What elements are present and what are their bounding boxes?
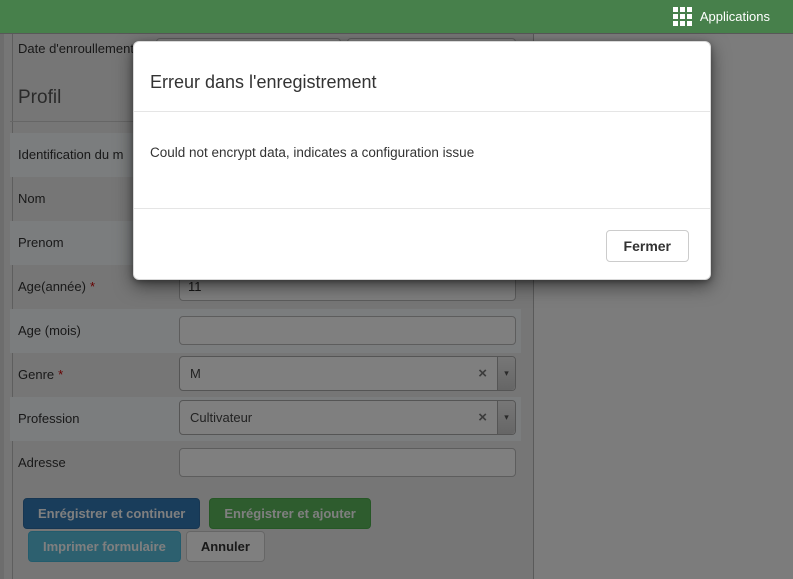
modal-title: Erreur dans l'enregistrement bbox=[150, 72, 694, 93]
apps-grid-icon bbox=[673, 7, 692, 26]
close-modal-button[interactable]: Fermer bbox=[606, 230, 689, 262]
modal-header: Erreur dans l'enregistrement bbox=[134, 42, 710, 112]
modal-message: Could not encrypt data, indicates a conf… bbox=[150, 145, 694, 160]
modal-body: Could not encrypt data, indicates a conf… bbox=[134, 112, 710, 208]
apps-menu-label: Applications bbox=[700, 9, 770, 24]
modal-footer: Fermer bbox=[134, 208, 710, 279]
apps-menu-button[interactable]: Applications bbox=[673, 7, 770, 26]
error-modal: Erreur dans l'enregistrement Could not e… bbox=[133, 41, 711, 280]
top-navbar: Applications bbox=[0, 0, 793, 33]
